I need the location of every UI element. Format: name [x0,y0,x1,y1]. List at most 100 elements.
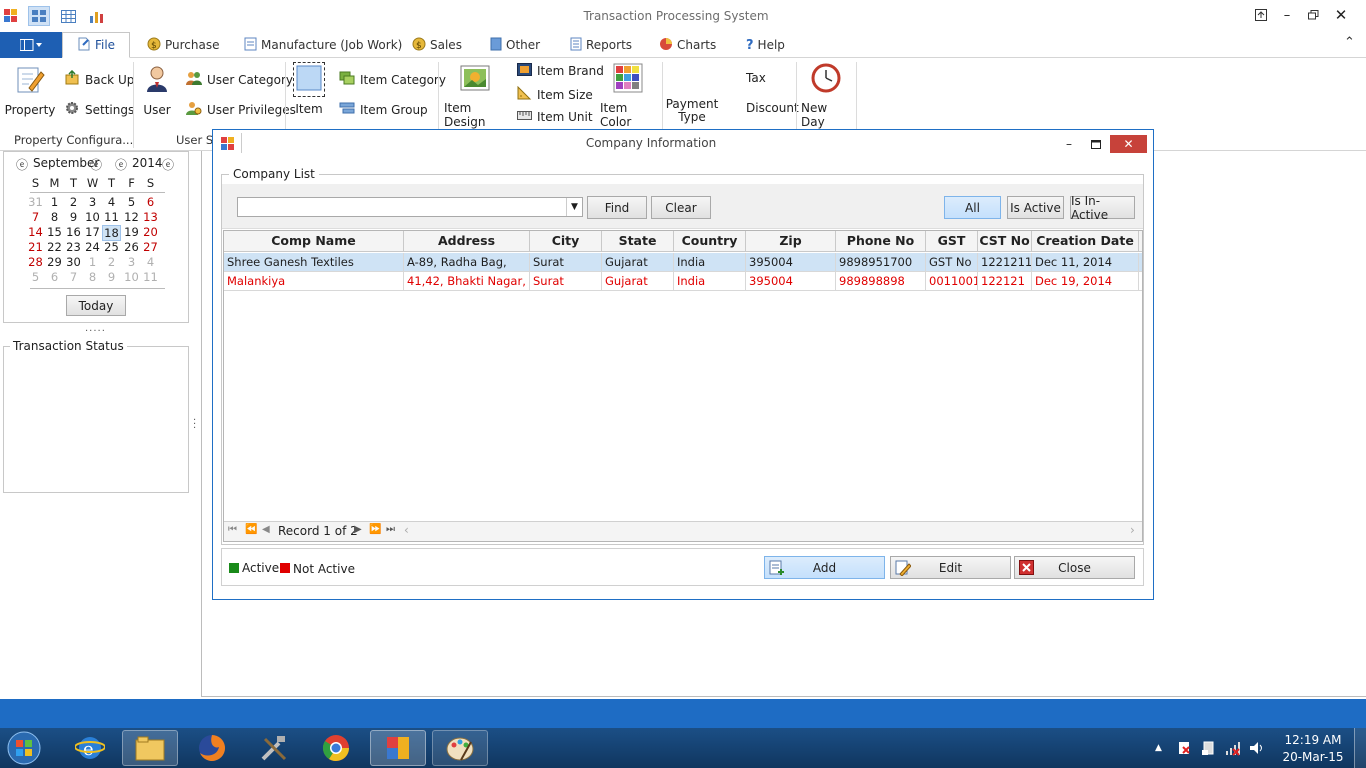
calendar-day[interactable]: 16 [64,225,83,239]
scroll-right-icon[interactable]: › [1130,523,1135,537]
calendar-day[interactable]: 2 [64,195,83,209]
user-button[interactable]: User [140,64,174,117]
dialog-maximize-button[interactable] [1083,135,1109,153]
calendar-day[interactable]: 30 [64,255,83,269]
item-category-button[interactable]: Item Category [339,70,446,89]
find-button[interactable]: Find [587,196,647,219]
clear-button[interactable]: Clear [651,196,711,219]
column-header[interactable]: Zip [746,231,836,251]
user-privileges-button[interactable]: User Privileges [186,100,296,119]
column-header[interactable]: Address [404,231,530,251]
dialog-minimize-button[interactable]: – [1056,135,1082,153]
calendar-day[interactable]: 5 [26,270,45,284]
scroll-left-icon[interactable]: ‹ [404,523,409,537]
show-desktop-button[interactable] [1354,728,1366,768]
calendar-day[interactable]: 10 [122,270,141,284]
calendar-day[interactable]: 10 [83,210,102,224]
calendar-day[interactable]: 18 [102,225,121,241]
edit-button[interactable]: Edit [890,556,1011,579]
settings-button[interactable]: Settings [64,100,134,119]
action-center-icon[interactable] [1177,740,1191,759]
collapse-ribbon-icon[interactable]: ⌃ [1344,35,1355,50]
application-menu-button[interactable] [0,32,62,58]
calendar-day[interactable]: 20 [141,225,160,239]
calendar-day[interactable]: 9 [64,210,83,224]
calendar-day[interactable]: 11 [141,270,160,284]
firefox-icon[interactable] [184,730,240,766]
column-header[interactable]: Phone No [836,231,926,251]
column-header[interactable]: CST No [978,231,1032,251]
table-row[interactable]: Malankiya 41,42, Bhakti Nagar, Surat Gujara… [224,272,1142,291]
payment-type-button[interactable]: Payment Type [666,98,719,124]
tab-sales[interactable]: $ Sales [412,32,462,58]
chevron-down-icon[interactable]: ▼ [566,198,582,216]
calendar-day[interactable]: 14 [26,225,45,239]
calendar-day[interactable]: 28 [26,255,45,269]
calendar-day[interactable]: 13 [141,210,160,224]
item-color-button[interactable]: Item Color [600,63,656,129]
tab-other[interactable]: Other [490,32,540,58]
column-header[interactable]: GST No [926,231,978,268]
calendar-day[interactable]: 1 [45,195,64,209]
add-button[interactable]: Add [764,556,885,579]
minimize-button[interactable]: – [1274,5,1300,25]
calendar-day[interactable]: 17 [83,225,102,239]
calendar-day[interactable]: 1 [83,255,102,269]
calendar-day[interactable]: 21 [26,240,45,254]
user-category-button[interactable]: User Category [186,70,293,89]
calendar-day[interactable]: 29 [45,255,64,269]
calendar-day[interactable]: 23 [64,240,83,254]
item-group-button[interactable]: Item Group [339,100,428,119]
column-header[interactable]: State [602,231,674,251]
calendar-day[interactable]: 12 [122,210,141,224]
tab-purchase[interactable]: $ Purchase [147,32,220,58]
close-dialog-button[interactable]: Close [1014,556,1135,579]
calendar-day[interactable]: 27 [141,240,160,254]
item-brand-button[interactable]: Item Brand [517,63,604,79]
next-page-icon[interactable]: ⏩ [369,524,381,535]
first-record-icon[interactable]: ⏮ [228,524,237,535]
device-icon[interactable] [1201,740,1215,759]
calendar-day[interactable]: 3 [83,195,102,209]
tab-manufacture[interactable]: Manufacture (Job Work) [244,32,402,58]
calendar-day[interactable]: 26 [122,240,141,254]
internet-explorer-icon[interactable]: e [62,730,118,766]
last-record-icon[interactable]: ⏭ [386,524,395,535]
file-explorer-icon[interactable] [122,730,178,766]
item-size-button[interactable]: Item Size [517,85,593,103]
calendar-day[interactable]: 31 [26,195,45,209]
discount-button[interactable]: Discount [746,101,799,115]
network-icon[interactable] [1225,740,1241,759]
calendar-day[interactable]: 9 [102,270,121,284]
calendar-day[interactable]: 3 [122,255,141,269]
dialog-close-button[interactable]: ✕ [1110,135,1147,153]
backup-button[interactable]: Back Up [64,69,134,89]
calendar-day[interactable]: 7 [26,210,45,224]
calendar-day[interactable]: 15 [45,225,64,239]
calendar-day[interactable]: 4 [102,195,121,209]
calendar-day[interactable]: 7 [64,270,83,284]
new-day-button[interactable]: New Day [801,63,851,129]
tab-file[interactable]: File [62,32,130,58]
close-button[interactable]: ✕ [1328,5,1354,25]
calendar-day[interactable]: 22 [45,240,64,254]
today-button[interactable]: Today [66,295,126,316]
calendar-day[interactable]: 8 [45,210,64,224]
calendar-day[interactable]: 2 [102,255,121,269]
restore-ribbon-icon[interactable] [1248,5,1274,25]
item-design-button[interactable]: Item Design [444,64,506,129]
transaction-system-taskbar-icon[interactable] [370,730,426,766]
column-header[interactable]: City [530,231,602,251]
filter-active-button[interactable]: Is Active [1007,196,1064,219]
column-header[interactable]: Comp Name [224,231,404,251]
filter-all-button[interactable]: All [944,196,1001,219]
maximize-button[interactable] [1300,5,1326,25]
prev-page-icon[interactable]: ⏪ [245,524,257,535]
show-hidden-icons[interactable]: ▲ [1155,743,1162,753]
prev-record-icon[interactable]: ◀ [262,524,270,535]
calendar-day[interactable]: 8 [83,270,102,284]
item-button[interactable]: Item [292,62,326,116]
calendar-day[interactable]: 19 [122,225,141,239]
table-row[interactable]: Shree Ganesh Textiles A-89, Radha Bag, Sur… [224,253,1142,272]
tab-help[interactable]: ? Help [746,32,785,58]
